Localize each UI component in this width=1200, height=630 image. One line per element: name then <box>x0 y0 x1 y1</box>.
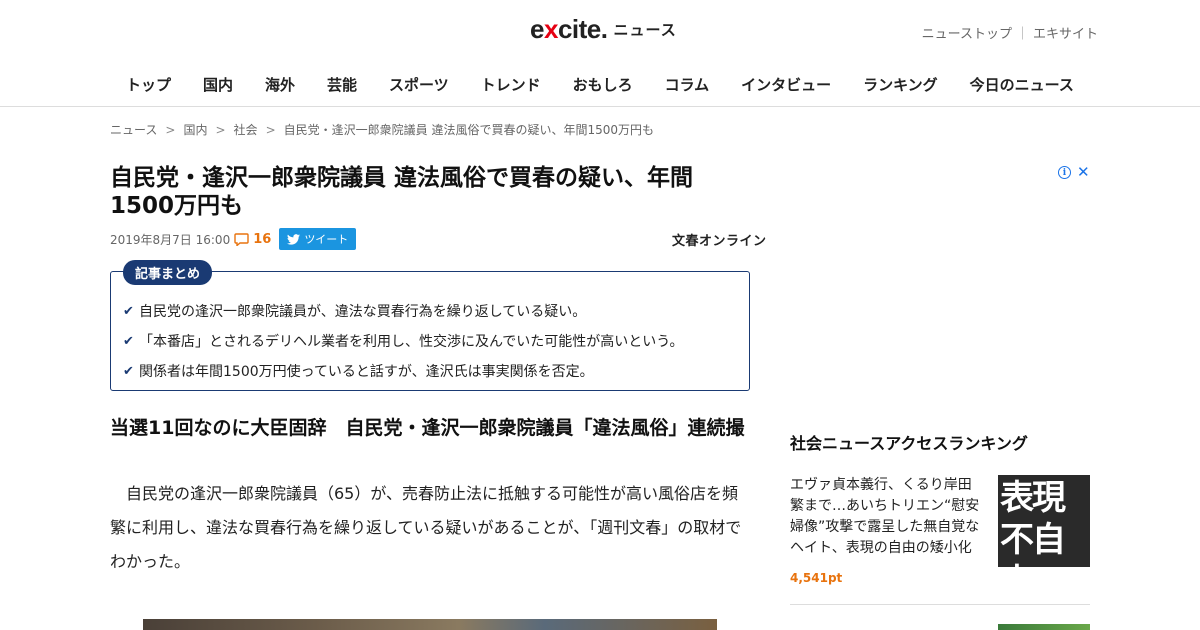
comment-count[interactable]: 16 <box>253 232 271 247</box>
ranking-item-text[interactable]: エヴァ貞本義行、くるり岸田繁まで…あいちトリエン“慰安婦像”攻撃で露呈した無自覚… <box>790 475 982 559</box>
breadcrumb-society[interactable]: 社会 <box>234 123 258 137</box>
top-links: ニューストップ｜ エキサイト <box>922 23 1098 42</box>
ranking-item[interactable]: エヴァ貞本義行、くるり岸田繁まで…あいちトリエン“慰安婦像”攻撃で露呈した無自覚… <box>790 475 1090 605</box>
logo-subtitle: ニュース <box>613 20 677 39</box>
ranking-item-thumbnail[interactable] <box>998 624 1090 630</box>
ad-controls: i ✕ <box>1058 165 1090 180</box>
nav-trend[interactable]: トレンド <box>481 74 541 95</box>
summary-item: ✔ 自民党の逢沢一郎衆院議員が、違法な買春行為を繰り返している疑い。 <box>123 296 737 326</box>
summary-text: 自民党の逢沢一郎衆院議員が、違法な買春行為を繰り返している疑い。 <box>139 304 587 320</box>
article-summary-box: 記事まとめ ✔ 自民党の逢沢一郎衆院議員が、違法な買春行為を繰り返している疑い。 … <box>110 260 750 391</box>
logo-mark: excite. <box>530 13 608 44</box>
summary-text: 「本番店」とされるデリヘル業者を利用し、性交渉に及んでいた可能性が高いという。 <box>139 334 684 350</box>
nav-funny[interactable]: おもしろ <box>573 74 633 95</box>
check-icon: ✔ <box>123 303 134 319</box>
breadcrumb-sep: > <box>265 123 276 137</box>
breadcrumb-news[interactable]: ニュース <box>110 123 157 137</box>
breadcrumb: ニュース > 国内 > 社会 > 自民党・逢沢一郎衆院議員 違法風俗で買春の疑い、年間150… <box>110 121 654 138</box>
summary-item: ✔ 関係者は年間1500万円使っていると話すが、逢沢氏は事実関係を否定。 <box>123 356 737 386</box>
breadcrumb-sep: > <box>165 123 176 137</box>
excite-news-logo[interactable]: excite. ニュース <box>530 12 677 46</box>
top-link-separator: ｜ <box>1015 27 1029 42</box>
ad-close-icon[interactable]: ✕ <box>1077 165 1090 180</box>
nav-today-news[interactable]: 今日のニュース <box>970 74 1074 95</box>
check-icon: ✔ <box>123 333 134 349</box>
article-date: 2019年8月7日 16:00 <box>110 232 231 247</box>
comment-icon[interactable] <box>234 232 249 246</box>
ranking-title: 社会ニュースアクセスランキング <box>790 434 1028 453</box>
excite-link[interactable]: エキサイト <box>1033 27 1098 42</box>
ranking-item[interactable] <box>790 622 1090 630</box>
article-subheading: 当選11回なのに大臣固辞 自民党・逢沢一郎衆院議員「違法風俗」連続撮 <box>110 417 745 439</box>
nav-column[interactable]: コラム <box>665 74 710 95</box>
tweet-button[interactable]: ツイート <box>279 228 357 250</box>
breadcrumb-current: 自民党・逢沢一郎衆院議員 違法風俗で買春の疑い、年間1500万円も <box>283 123 654 137</box>
site-header: excite. ニュース ニューストップ｜エキサイト トップ 国内 海外 芸能 … <box>0 0 1200 107</box>
ranking-item-thumbnail[interactable]: 表現不自由 <box>998 475 1090 567</box>
tweet-label: ツイート <box>304 234 349 246</box>
nav-top[interactable]: トップ <box>126 74 171 95</box>
article-title: 自民党・逢沢一郎衆院議員 違法風俗で買春の疑い、年間1500万円も <box>110 165 694 219</box>
main-nav: トップ 国内 海外 芸能 スポーツ トレンド おもしろ コラム インタビュー ラ… <box>110 74 1090 95</box>
nav-ranking[interactable]: ランキング <box>863 74 938 95</box>
article-photo[interactable] <box>143 619 717 630</box>
ranking-item-points: 4,541pt <box>790 571 843 585</box>
article-body: 自民党の逢沢一郎衆院議員（65）が、売春防止法に抵触する可能性が高い風俗店を頻繁… <box>110 484 742 571</box>
nav-entertainment[interactable]: 芸能 <box>327 74 357 95</box>
nav-interview[interactable]: インタビュー <box>741 74 831 95</box>
ad-info-icon[interactable]: i <box>1058 166 1071 179</box>
breadcrumb-sep: > <box>215 123 226 137</box>
check-icon: ✔ <box>123 363 134 379</box>
nav-overseas[interactable]: 海外 <box>265 74 295 95</box>
nav-domestic[interactable]: 国内 <box>203 74 233 95</box>
summary-text: 関係者は年間1500万円使っていると話すが、逢沢氏は事実関係を否定。 <box>139 364 594 380</box>
article-meta: 2019年8月7日 16:00 16 ツイート <box>110 228 357 250</box>
twitter-bird-icon <box>287 233 301 245</box>
summary-label: 記事まとめ <box>123 260 213 285</box>
nav-sports[interactable]: スポーツ <box>389 74 449 95</box>
source-logo[interactable]: 文春オンライン <box>672 230 767 249</box>
news-top-link[interactable]: ニューストップ <box>922 27 1012 42</box>
breadcrumb-domestic[interactable]: 国内 <box>183 123 207 137</box>
summary-item: ✔ 「本番店」とされるデリヘル業者を利用し、性交渉に及んでいた可能性が高いという。 <box>123 326 737 356</box>
